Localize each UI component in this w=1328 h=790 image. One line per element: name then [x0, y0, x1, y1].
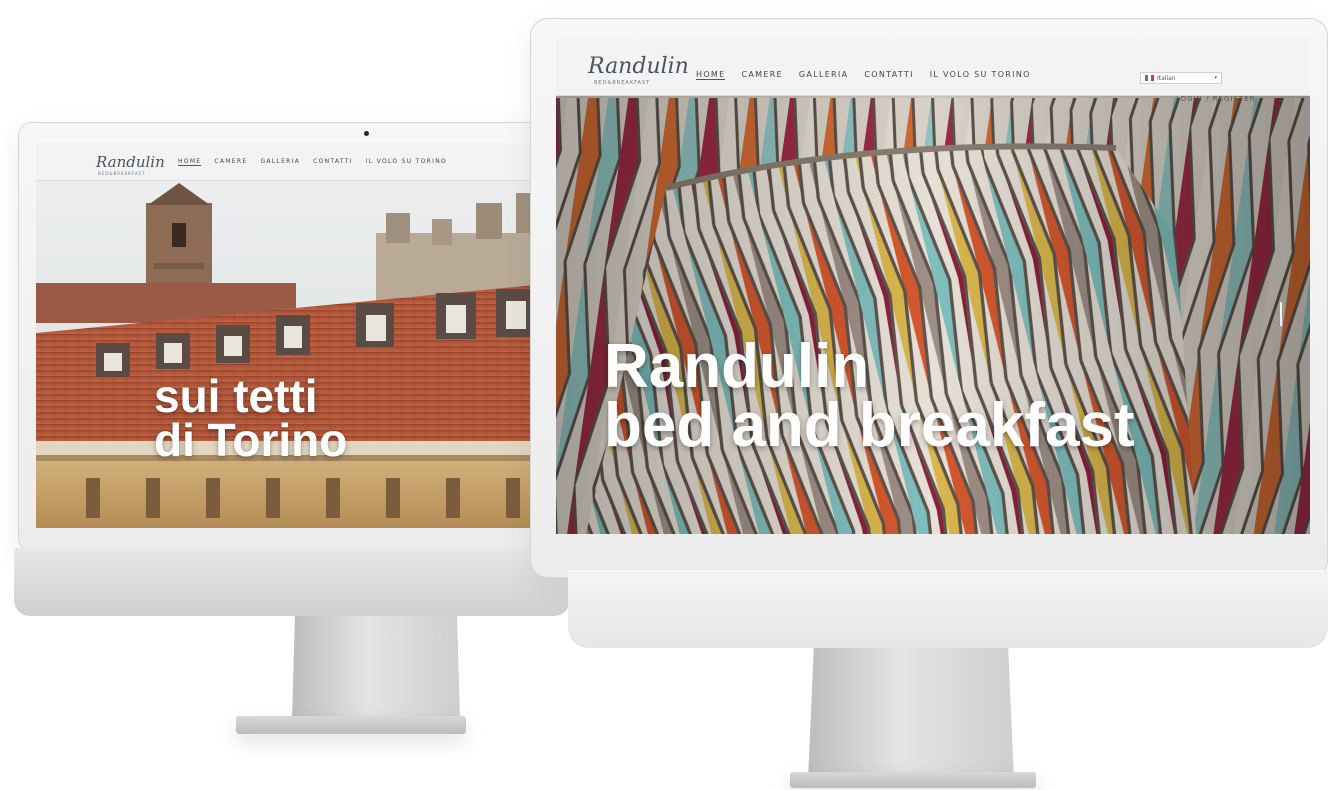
- left-screen: Randulin BED&BREAKFAST HOME CAMERE GALLE…: [36, 143, 556, 528]
- left-hero-title: sui tetti di Torino: [154, 370, 348, 466]
- left-hero-line2: di Torino: [154, 413, 348, 466]
- italy-flag-icon: [1145, 75, 1154, 81]
- right-monitor-foot: [790, 772, 1036, 788]
- left-logo[interactable]: Randulin: [96, 153, 165, 171]
- right-logo[interactable]: Randulin: [588, 54, 689, 79]
- right-monitor-stand: [808, 640, 1014, 780]
- right-nav-home[interactable]: HOME: [696, 70, 726, 80]
- left-main-nav: HOME CAMERE GALLERIA CONTATTI IL VOLO SU…: [178, 158, 447, 166]
- right-nav-il-volo[interactable]: IL VOLO SU TORINO: [930, 70, 1031, 80]
- right-screen: Randulin BED&BREAKFAST HOME CAMERE GALLE…: [556, 38, 1310, 534]
- left-monitor-stand: [292, 600, 460, 720]
- left-nav-home[interactable]: HOME: [178, 158, 202, 166]
- right-hero-line1: Randulin: [604, 332, 870, 401]
- left-nav-il-volo[interactable]: IL VOLO SU TORINO: [366, 158, 447, 166]
- turin-rooftops-photo: [36, 143, 556, 528]
- chevron-down-icon: ▾: [1214, 75, 1217, 81]
- right-hero-line2: bed and breakfast: [604, 390, 1135, 460]
- language-select[interactable]: Italian ▾: [1140, 72, 1222, 84]
- right-monitor-chin: [568, 570, 1328, 648]
- right-nav-galleria[interactable]: GALLERIA: [799, 70, 848, 80]
- right-nav-contatti[interactable]: CONTATTI: [864, 70, 913, 80]
- right-site-header: Randulin BED&BREAKFAST HOME CAMERE GALLE…: [556, 38, 1310, 103]
- right-nav-camere[interactable]: CAMERE: [741, 70, 782, 80]
- left-logo-subtitle: BED&BREAKFAST: [98, 171, 146, 176]
- login-register-link[interactable]: LOGIN / REGISTER: [1176, 95, 1255, 103]
- right-logo-subtitle: BED&BREAKFAST: [594, 80, 651, 86]
- left-hero-line1: sui tetti: [154, 370, 318, 422]
- right-main-nav: HOME CAMERE GALLERIA CONTATTI IL VOLO SU…: [696, 70, 1031, 80]
- language-select-value: Italian: [1157, 74, 1176, 82]
- left-monitor-chin: [14, 548, 570, 616]
- left-monitor-camera: [364, 131, 369, 136]
- left-nav-contatti[interactable]: CONTATTI: [313, 158, 353, 166]
- right-hero-title: Randulin bed and breakfast: [604, 332, 1135, 460]
- slider-handle[interactable]: [1280, 302, 1282, 326]
- left-nav-camere[interactable]: CAMERE: [214, 158, 247, 166]
- left-monitor-foot: [236, 716, 466, 734]
- left-site-header: Randulin BED&BREAKFAST HOME CAMERE GALLE…: [36, 143, 556, 181]
- left-nav-galleria[interactable]: GALLERIA: [260, 158, 300, 166]
